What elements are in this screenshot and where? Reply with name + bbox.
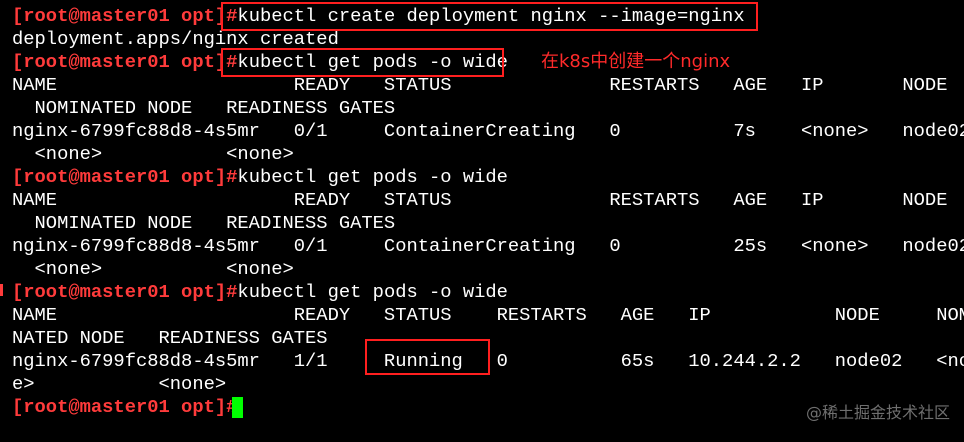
shell-prompt: [root@master01 opt]# (12, 281, 238, 303)
terminal-line-18[interactable]: [root@master01 opt]# (12, 396, 237, 419)
terminal-line-8: [root@master01 opt]#kubectl get pods -o … (12, 166, 508, 189)
table-row: nginx-6799fc88d8-4s5mr 0/1 ContainerCrea… (12, 120, 964, 142)
command-text: kubectl get pods -o wide (237, 166, 508, 188)
terminal-cursor (232, 397, 243, 418)
command-text: kubectl create deployment nginx --image=… (237, 5, 745, 27)
table-row: nginx-6799fc88d8-4s5mr 0/1 ContainerCrea… (12, 235, 964, 257)
terminal-line-7: <none> <none> (12, 143, 294, 166)
table-row: <none> <none> (12, 143, 294, 165)
edge-mark (0, 284, 3, 296)
terminal-line-5: NOMINATED NODE READINESS GATES (12, 97, 396, 120)
terminal-line-17: e> <none> (12, 373, 226, 396)
annotation-label: 在k8s中创建一个nginx (541, 51, 731, 72)
shell-prompt: [root@master01 opt]# (12, 5, 238, 27)
terminal-line-13: [root@master01 opt]#kubectl get pods -o … (12, 281, 508, 304)
table-row: nginx-6799fc88d8-4s5mr 1/1 Running 0 65s… (12, 350, 964, 372)
terminal-line-2: deployment.apps/nginx created (12, 28, 339, 51)
table-header: NAME READY STATUS RESTARTS AGE IP NODE (12, 74, 948, 96)
terminal-line-9: NAME READY STATUS RESTARTS AGE IP NODE (12, 189, 947, 212)
watermark-label: @稀土掘金技术社区 (805, 403, 950, 422)
terminal-line-3: [root@master01 opt]#kubectl get pods -o … (12, 51, 508, 74)
terminal-line-6: nginx-6799fc88d8-4s5mr 0/1 ContainerCrea… (12, 120, 964, 143)
shell-prompt: [root@master01 opt]# (12, 396, 238, 418)
table-header: NAME READY STATUS RESTARTS AGE IP NODE N… (12, 304, 964, 326)
terminal-line-14: NAME READY STATUS RESTARTS AGE IP NODE N… (12, 304, 964, 327)
command-text: kubectl get pods -o wide (237, 51, 508, 73)
terminal-line-4: NAME READY STATUS RESTARTS AGE IP NODE (12, 74, 947, 97)
table-header: NAME READY STATUS RESTARTS AGE IP NODE (12, 189, 948, 211)
terminal-line-16: nginx-6799fc88d8-4s5mr 1/1 Running 0 65s… (12, 350, 964, 373)
terminal-window[interactable]: [root@master01 opt]#kubectl create deplo… (0, 0, 964, 442)
shell-prompt: [root@master01 opt]# (12, 166, 238, 188)
terminal-line-15: NATED NODE READINESS GATES (12, 327, 328, 350)
table-row: <none> <none> (12, 258, 294, 280)
shell-prompt: [root@master01 opt]# (12, 51, 238, 73)
terminal-line-10: NOMINATED NODE READINESS GATES (12, 212, 396, 235)
output-text: deployment.apps/nginx created (12, 28, 339, 50)
terminal-line-11: nginx-6799fc88d8-4s5mr 0/1 ContainerCrea… (12, 235, 964, 258)
table-header: NATED NODE READINESS GATES (12, 327, 328, 349)
command-text: kubectl get pods -o wide (237, 281, 508, 303)
terminal-line-12: <none> <none> (12, 258, 294, 281)
table-header: NOMINATED NODE READINESS GATES (12, 212, 396, 234)
terminal-line-1: [root@master01 opt]#kubectl create deplo… (12, 5, 745, 28)
table-row: e> <none> (12, 373, 227, 395)
table-header: NOMINATED NODE READINESS GATES (12, 97, 396, 119)
